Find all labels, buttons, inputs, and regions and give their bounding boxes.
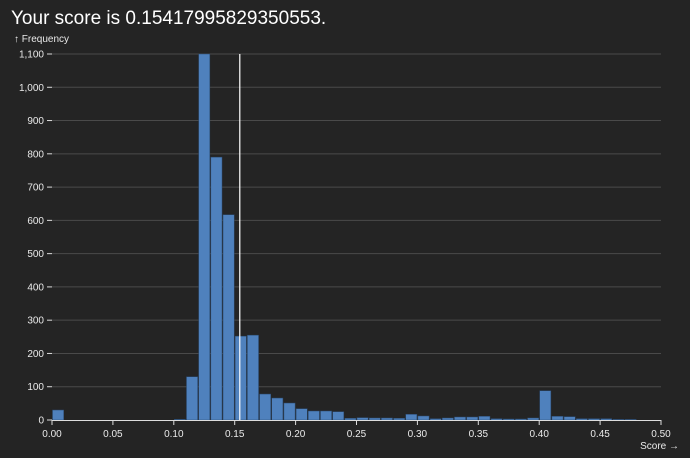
histogram-bar <box>612 419 625 421</box>
histogram-bar <box>405 414 418 421</box>
histogram-bar <box>234 335 247 421</box>
histogram-bar <box>186 376 198 421</box>
histogram-bar <box>490 418 503 421</box>
histogram-bar <box>308 410 320 421</box>
histogram-bar <box>344 418 357 421</box>
histogram-bar <box>174 419 186 421</box>
y-tick-label: 300 <box>27 316 44 327</box>
y-tick-label: 100 <box>27 382 44 393</box>
histogram-bar <box>356 417 369 421</box>
histogram-bar <box>381 417 393 421</box>
histogram-bar <box>563 416 576 421</box>
histogram-bar <box>52 409 64 421</box>
histogram-bars <box>52 53 637 421</box>
x-tick-label: 0.25 <box>347 429 367 440</box>
histogram-bar <box>442 417 454 421</box>
y-tick-label: 200 <box>27 349 44 360</box>
histogram-bar <box>429 418 442 421</box>
histogram-bar <box>600 418 613 421</box>
histogram-bar <box>527 417 539 421</box>
histogram-bar <box>466 416 479 421</box>
x-tick-label: 0.10 <box>164 429 184 440</box>
x-tick-label: 0.45 <box>590 429 610 440</box>
y-tick-label: 700 <box>27 183 44 194</box>
histogram-bar <box>210 156 223 421</box>
histogram-bar <box>320 410 332 421</box>
histogram-bar <box>515 418 527 421</box>
histogram-bar <box>417 415 430 421</box>
histogram-bar <box>247 334 259 421</box>
x-tick-label: 0.50 <box>651 429 671 440</box>
histogram-bar <box>502 418 515 421</box>
histogram-bar <box>259 393 271 421</box>
grid-lines <box>52 53 661 388</box>
x-tick-label: 0.30 <box>408 429 428 440</box>
x-tick-label: 0.00 <box>42 429 62 440</box>
x-tick-label: 0.20 <box>286 429 306 440</box>
y-tick-label: 500 <box>27 249 44 260</box>
y-tick-label: 0 <box>38 416 44 427</box>
y-tick-label: 400 <box>27 282 44 293</box>
histogram-bar <box>198 53 211 421</box>
histogram-bar <box>222 214 235 421</box>
histogram-bar <box>393 418 405 421</box>
histogram-bar <box>368 417 381 421</box>
histogram-bar <box>539 390 552 421</box>
x-tick-label: 0.35 <box>469 429 489 440</box>
histogram-bar <box>551 416 564 421</box>
histogram-bar <box>588 418 600 421</box>
histogram-bar <box>295 408 308 421</box>
x-tick-label: 0.05 <box>103 429 123 440</box>
y-tick-label: 600 <box>27 216 44 227</box>
y-tick-label: 1,000 <box>19 83 44 94</box>
histogram-bar <box>478 416 491 421</box>
y-tick-label: 800 <box>27 149 44 160</box>
y-tick-label: 1,100 <box>19 50 44 61</box>
x-tick-label: 0.40 <box>529 429 549 440</box>
x-tick-label: 0.15 <box>225 429 245 440</box>
histogram-chart: 0 100 200 300 400 500 600 700 800 900 1,000 1,100 0.… <box>14 34 679 452</box>
histogram-bar <box>624 419 637 421</box>
y-tick-label: 900 <box>27 116 44 127</box>
histogram-bar <box>575 418 588 421</box>
axes: 0 100 200 300 400 500 600 700 800 900 1,000 1,100 0.… <box>19 50 671 441</box>
histogram-bar <box>332 411 345 421</box>
x-axis-label: Score → <box>640 441 679 452</box>
histogram-bar <box>283 402 296 421</box>
histogram-bar <box>271 397 284 421</box>
histogram-bar <box>454 416 466 421</box>
y-axis-label: ↑ Frequency <box>14 34 69 45</box>
